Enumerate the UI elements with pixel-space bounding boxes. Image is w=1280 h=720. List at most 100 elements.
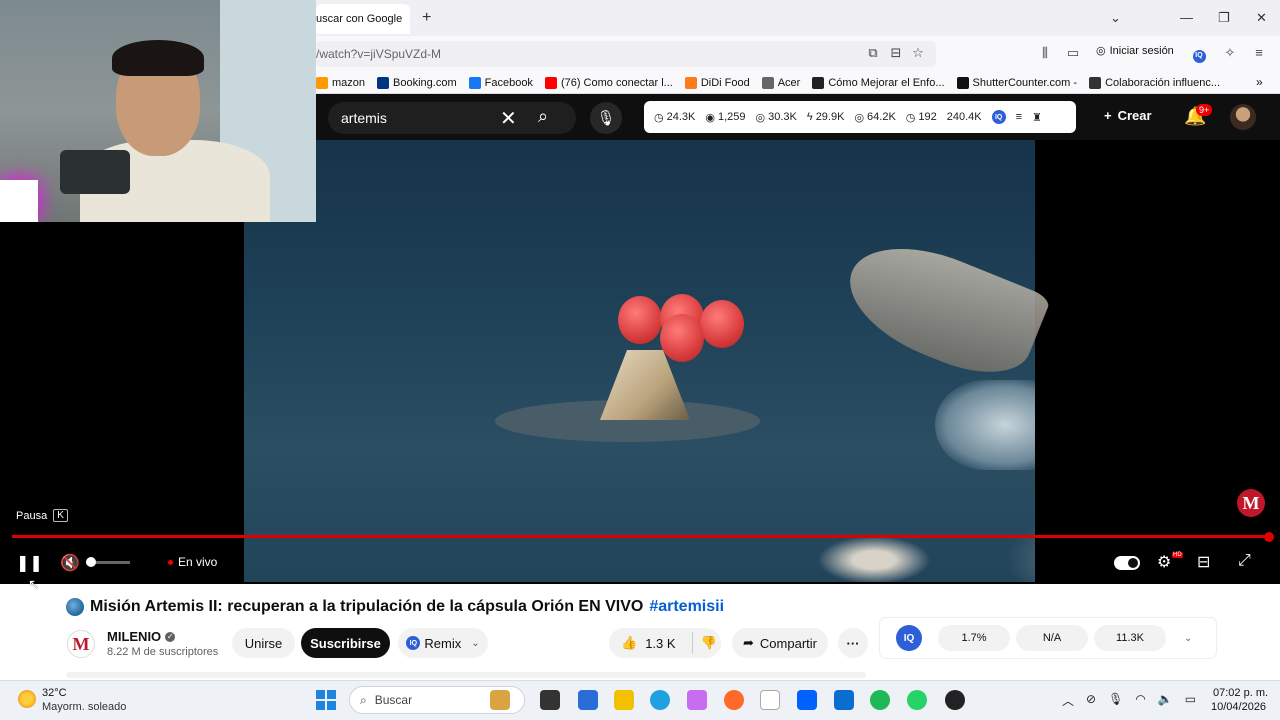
autoplay-toggle[interactable] (1114, 556, 1140, 570)
create-label: Crear (1117, 108, 1152, 123)
chevron-down-icon[interactable]: ⌄ (471, 638, 479, 649)
iq-logo-icon[interactable]: IQ (896, 625, 922, 651)
bookmark-label: Facebook (484, 76, 533, 89)
bookmark-item[interactable]: DiDi Food (684, 76, 750, 89)
signin-button[interactable]: ◎ Iniciar sesión (1096, 44, 1174, 58)
bookmark-item[interactable]: mazon (316, 76, 366, 89)
task-view-icon[interactable] (540, 690, 560, 710)
tab-list-chevron-icon[interactable]: ⌄ (1110, 10, 1121, 26)
app-icon[interactable] (945, 690, 965, 710)
progress-scrubber[interactable] (1264, 532, 1274, 542)
iq-icon: IQ (406, 636, 421, 650)
muted-volume-icon[interactable]: 🔇 (60, 553, 80, 573)
create-button[interactable]: + Crear (1104, 108, 1152, 123)
thumbs-up-icon: 👍 (621, 635, 638, 650)
browser-tab[interactable]: uscar con Google ✕ (316, 4, 410, 34)
menu-icon[interactable]: ≡ (1252, 46, 1266, 60)
user-avatar[interactable] (1230, 104, 1256, 130)
iq-badge-icon[interactable]: IQ (991, 110, 1006, 124)
subscribe-button[interactable]: Suscribirse (301, 628, 390, 658)
search-icon[interactable]: ⌕ (538, 106, 548, 127)
extensions-icon[interactable]: ✧ (1223, 46, 1237, 60)
thumbs-down-icon[interactable]: 👎 (701, 635, 717, 651)
battery-icon[interactable]: ▭ (1185, 692, 1196, 709)
maximize-icon[interactable]: ❐ (1218, 10, 1230, 26)
amazon-icon[interactable] (760, 690, 780, 710)
signin-label: Iniciar sesión (1109, 44, 1174, 57)
whatsapp-icon[interactable] (907, 690, 927, 710)
bookmark-favicon-icon (684, 76, 697, 89)
new-tab-icon[interactable]: + (422, 9, 431, 27)
widget-fox-icon[interactable] (490, 690, 510, 710)
edge-icon[interactable] (650, 690, 670, 710)
clock-time[interactable]: 07:02 p. m. (1213, 687, 1268, 699)
chevron-up-icon[interactable]: ︿ (1062, 692, 1074, 709)
settings-gear-icon[interactable]: ⚙ (1157, 552, 1171, 572)
live-indicator[interactable]: En vivo (168, 555, 217, 569)
pause-icon[interactable]: ❚❚ (16, 553, 43, 573)
bookmark-star-icon[interactable]: ☆ (911, 46, 925, 60)
fullscreen-icon[interactable]: ⤢ (1238, 552, 1251, 570)
bookmark-favicon-icon (316, 76, 328, 89)
bookmarks-overflow-icon[interactable]: » (1256, 75, 1263, 89)
windows-start-icon[interactable] (316, 690, 336, 710)
tab-close-icon[interactable]: ✕ (408, 12, 410, 26)
pause-shortcut-key: K (53, 509, 68, 522)
bookmark-label: mazon (332, 76, 366, 89)
weather-sun-icon[interactable] (18, 690, 36, 708)
tab-title: uscar con Google (316, 13, 403, 25)
milenio-watermark-logo: M (1237, 489, 1265, 517)
bookmark-item[interactable]: Cómo Mejorar el Enfo... (812, 76, 945, 89)
network-off-icon[interactable]: ⊘ (1086, 692, 1096, 709)
chevron-down-icon[interactable]: ⌄ (1184, 633, 1192, 644)
subtitles-icon[interactable]: ⊟ (1197, 552, 1210, 572)
bookmark-item[interactable]: (76) Como conectar l... (544, 76, 673, 89)
remix-button[interactable]: IQ Remix ⌄ (398, 628, 488, 658)
weather-description[interactable]: Mayorm. soleado (42, 701, 126, 713)
spotify-icon[interactable] (870, 690, 890, 710)
bookmark-item[interactable]: Booking.com (377, 76, 457, 89)
wifi-icon[interactable]: ◠ (1135, 692, 1145, 709)
list-icon[interactable]: ≡ (1016, 111, 1022, 123)
sidebar-icon[interactable]: ▭ (1066, 46, 1080, 60)
microphone-icon[interactable]: 🎙 (1108, 692, 1123, 709)
extension-iq-icon[interactable]: IQ (1192, 46, 1206, 63)
speaker-icon[interactable]: 🔈 (1158, 692, 1173, 709)
share-button[interactable]: ➦ Compartir (732, 628, 828, 658)
more-actions-icon[interactable]: ··· (838, 628, 868, 658)
webcam-overlay (0, 0, 316, 222)
bookmark-label: ShutterCounter.com - (972, 76, 1078, 89)
channel-name[interactable]: MILENIO ✓ (107, 629, 176, 644)
hashtag-link[interactable]: #artemisii (649, 598, 724, 616)
share-label: Compartir (759, 635, 817, 651)
trophy-icon[interactable]: ♜ (1032, 111, 1042, 124)
clear-search-icon[interactable]: ✕ (500, 106, 517, 131)
window-close-icon[interactable]: ✕ (1256, 10, 1267, 26)
volume-knob[interactable] (86, 557, 96, 567)
progress-bar[interactable] (12, 535, 1270, 538)
live-dot-icon (168, 559, 173, 565)
picture-in-picture-icon[interactable]: ⧉ (866, 46, 880, 60)
join-button[interactable]: Unirse (232, 628, 295, 658)
bookmark-item[interactable]: Acer (761, 76, 800, 89)
clock-date[interactable]: 10/04/2026 (1211, 701, 1266, 713)
address-bar[interactable]: /watch?v=jiVSpuVZd-M (316, 41, 936, 67)
weather-temperature[interactable]: 32°C (42, 687, 67, 699)
store-icon[interactable] (578, 690, 598, 710)
copilot-icon[interactable] (687, 690, 707, 710)
minimize-icon[interactable]: — (1180, 10, 1193, 25)
bookmark-item[interactable]: Facebook (468, 76, 533, 89)
search-value: artemis (341, 110, 387, 126)
dropbox-icon[interactable] (797, 690, 817, 710)
save-to-pocket-icon[interactable]: ⊟ (889, 46, 903, 60)
file-explorer-icon[interactable] (614, 690, 634, 710)
microphone-icon[interactable]: 🎙 (590, 102, 622, 134)
firefox-icon[interactable] (724, 690, 744, 710)
outlook-icon[interactable] (834, 690, 854, 710)
library-icon[interactable]: ⫼ (1038, 46, 1052, 60)
like-button[interactable]: 👍 1.3 K 👎 (609, 628, 721, 658)
video-balloon-shape (700, 300, 744, 348)
channel-avatar[interactable]: M (67, 630, 95, 658)
bookmark-item[interactable]: Colaboración influenc... (1089, 76, 1220, 89)
bookmark-item[interactable]: ShutterCounter.com - (956, 76, 1078, 89)
